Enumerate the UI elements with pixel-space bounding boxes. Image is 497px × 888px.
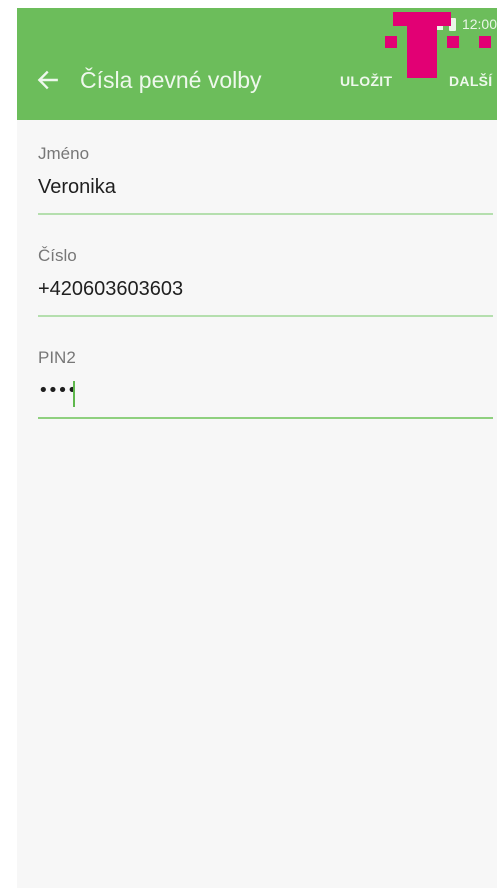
number-underline — [38, 315, 493, 317]
number-input[interactable]: +420603603603 — [38, 278, 183, 301]
arrow-left-icon[interactable] — [35, 67, 61, 93]
pin2-label: PIN2 — [38, 348, 76, 367]
name-label: Jméno — [38, 144, 90, 163]
number-field[interactable]: Číslo +420603603603 — [38, 222, 493, 322]
name-input[interactable]: Veronika — [38, 176, 116, 199]
pin2-input[interactable]: •••• — [38, 380, 77, 401]
number-label: Číslo — [38, 246, 77, 265]
phone-screen: N 12:00 Čísla pevné volby ULOŽIT DALŠÍ — [17, 8, 497, 888]
name-field[interactable]: Jméno Veronika — [38, 120, 493, 220]
pin2-underline — [38, 417, 493, 419]
app-bar: N 12:00 Čísla pevné volby ULOŽIT DALŠÍ — [17, 8, 497, 120]
name-underline — [38, 213, 493, 215]
text-cursor — [73, 381, 75, 407]
pin2-field[interactable]: PIN2 •••• — [38, 324, 493, 424]
page-title: Čísla pevné volby — [80, 67, 262, 93]
telekom-logo — [385, 12, 491, 78]
